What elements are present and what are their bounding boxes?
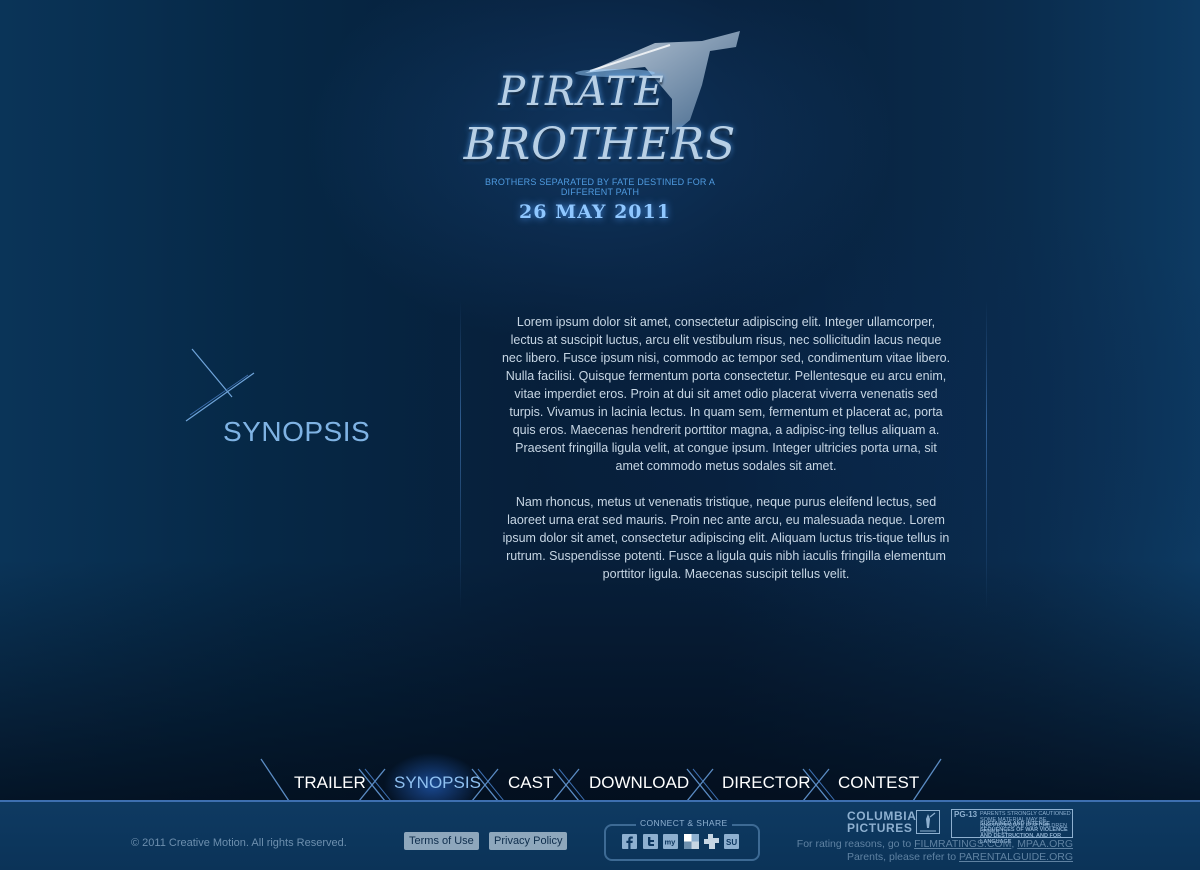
release-date: 26 MAY 2011 <box>519 201 671 223</box>
delicious-icon[interactable] <box>684 834 699 849</box>
filmratings-link[interactable]: FILMRATINGS.COM <box>914 838 1011 850</box>
svg-text:my: my <box>665 838 677 847</box>
parents-line: Parents, please refer to PARENTALGUIDE.O… <box>773 851 1073 863</box>
rating-reasons-line: For rating reasons, go to FILMRATINGS.CO… <box>796 838 1073 850</box>
mpaa-link[interactable]: MPAA.ORG <box>1017 838 1073 850</box>
myspace-icon[interactable]: my <box>663 834 678 849</box>
studio-logo: COLUMBIA PICTURES <box>847 810 916 834</box>
nav-cross-icon <box>358 768 391 801</box>
rating-reasons-prefix: For rating reasons, go to <box>796 838 912 850</box>
logo-title-line2: BROTHERS <box>463 119 737 170</box>
digg-icon[interactable] <box>704 834 719 849</box>
nav-cross-icon <box>686 768 719 801</box>
nav-item-cast[interactable]: CAST <box>508 773 553 793</box>
nav-item-contest[interactable]: CONTEST <box>838 773 919 793</box>
nav-cross-icon <box>552 768 585 801</box>
rating-code: PG-13 <box>954 810 978 819</box>
nav-slash-icon <box>260 758 290 801</box>
nav-cross-icon <box>471 768 504 801</box>
footer: © 2011 Creative Motion. All rights Reser… <box>0 802 1200 870</box>
synopsis-text: Lorem ipsum dolor sit amet, consectetur … <box>500 313 952 601</box>
parentalguide-link[interactable]: PARENTALGUIDE.ORG <box>959 851 1073 863</box>
rating-block: PG-13 PARENTS STRONGLY CAUTIONED SOME MA… <box>951 809 1073 845</box>
crossed-swords-icon <box>185 348 255 422</box>
nav-slash-icon <box>912 758 942 801</box>
main-nav: TRAILER SYNOPSIS CAST DOWNLOAD DIRECTOR … <box>255 757 945 801</box>
torch-lady-icon <box>916 810 940 834</box>
section-heading: SYNOPSIS <box>223 416 371 447</box>
synopsis-paragraph: Lorem ipsum dolor sit amet, consectetur … <box>501 315 951 473</box>
movie-logo: PIRATE BROTHERS BROTHERS SEPARATED BY FA… <box>440 25 760 235</box>
privacy-policy-button[interactable]: Privacy Policy <box>489 832 568 850</box>
terms-of-use-button[interactable]: Terms of Use <box>404 832 479 850</box>
nav-item-download[interactable]: DOWNLOAD <box>589 773 689 793</box>
facebook-icon[interactable] <box>622 834 637 849</box>
stumbleupon-icon[interactable]: SU <box>724 834 739 849</box>
nav-cross-icon <box>802 768 835 801</box>
logo-title-line1: PIRATE <box>498 69 666 115</box>
twitter-icon[interactable] <box>643 834 658 849</box>
studio-name-line2: PICTURES <box>847 821 913 835</box>
connect-share-label: CONNECT & SHARE <box>636 818 732 828</box>
nav-item-director[interactable]: DIRECTOR <box>722 773 810 793</box>
svg-text:SU: SU <box>726 838 737 847</box>
synopsis-paragraph: Nam rhoncus, metus ut venenatis tristiqu… <box>502 495 950 581</box>
content-divider-left <box>460 300 461 610</box>
parents-prefix: Parents, please refer to <box>846 851 957 863</box>
logo-tagline: BROTHERS SEPARATED BY FATE DESTINED FOR … <box>484 177 716 197</box>
content-divider-right <box>986 300 987 610</box>
copyright-text: © 2011 Creative Motion. All rights Reser… <box>131 837 347 849</box>
